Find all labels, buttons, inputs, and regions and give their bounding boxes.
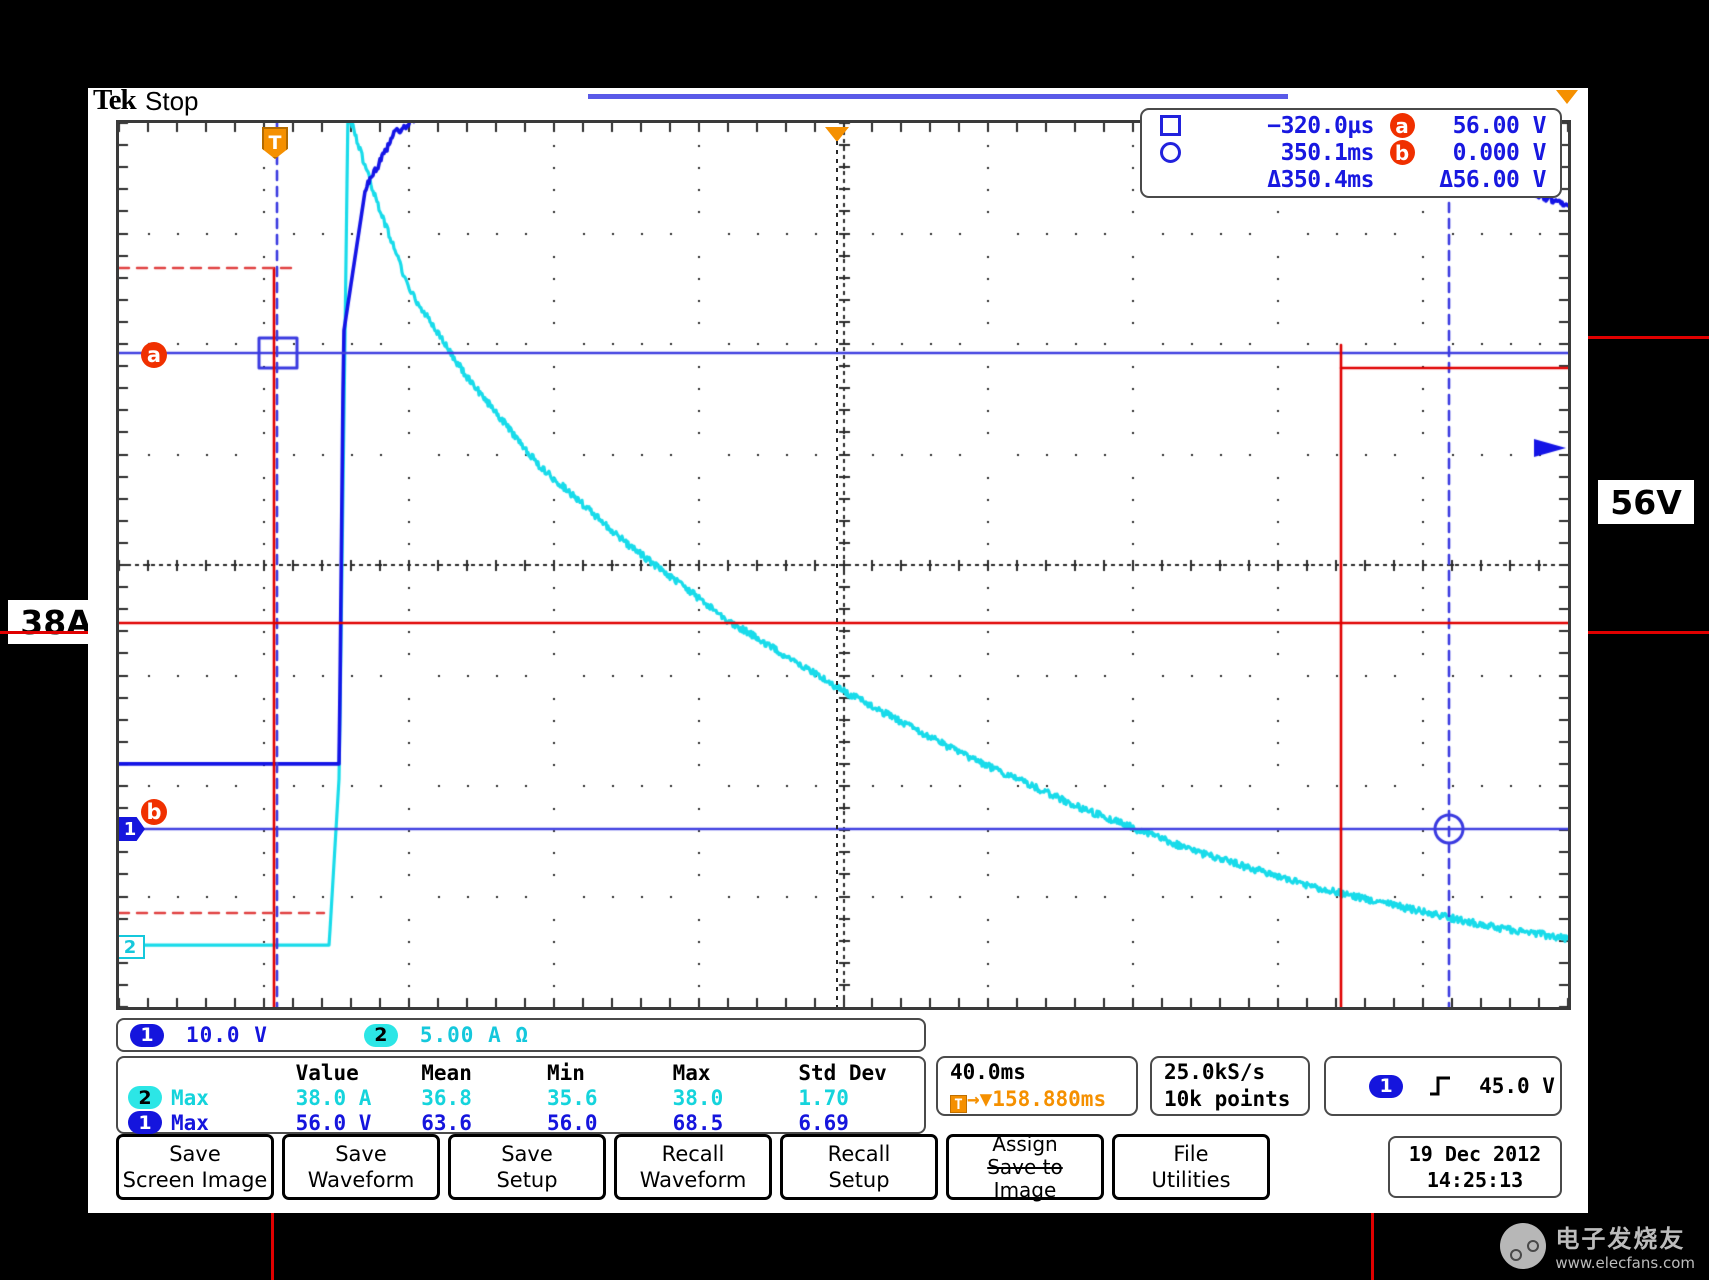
rising-edge-icon	[1430, 1076, 1451, 1096]
channel-2-scale: 5.00 A Ω	[419, 1023, 530, 1047]
cursor-row-a: −320.0µs a 56.00 V	[1160, 112, 1547, 139]
measurement-table: Value Mean Min Max Std Dev 2 Max 38.0 A …	[116, 1056, 926, 1135]
cursor-a-time: −320.0µs	[1267, 112, 1374, 139]
cursor-row-b: 350.1ms b 0.000 V	[1160, 139, 1547, 166]
channel-2-badge[interactable]: 2	[363, 1023, 398, 1047]
col-header-value: Value	[295, 1060, 359, 1085]
watermark-name: 电子发烧友	[1555, 1225, 1686, 1253]
col-header-stddev: Std Dev	[798, 1060, 887, 1085]
trigger-position-icon: T	[950, 1095, 967, 1113]
meas-ch2-min: 35.6	[546, 1085, 598, 1110]
meas-ch2-value: 38.0 A	[295, 1085, 372, 1110]
watermark-url: www.elecfans.com	[1555, 1254, 1695, 1272]
btn-line1: Recall	[827, 1142, 891, 1166]
trigger-delay-arrow: →▼	[967, 1087, 993, 1111]
timebase-delay: 158.880ms	[992, 1087, 1107, 1111]
btn-line2: Waveform	[639, 1168, 747, 1192]
btn-line2: Save to	[987, 1154, 1063, 1179]
datetime-box: 19 Dec 2012 14:25:13	[1388, 1136, 1562, 1198]
save-waveform-button[interactable]: Save Waveform	[282, 1134, 440, 1200]
meas-ch1-max: 68.5	[672, 1110, 724, 1135]
save-setup-button[interactable]: Save Setup	[448, 1134, 606, 1200]
btn-line2: Setup	[496, 1168, 558, 1192]
btn-line1: Save	[169, 1142, 221, 1166]
ch2-ground-marker[interactable]: 2	[119, 935, 145, 959]
btn-line1: Save	[335, 1142, 387, 1166]
btn-line2: Waveform	[307, 1168, 415, 1192]
btn-line2: Setup	[828, 1168, 890, 1192]
meas-ch2-mean: 36.8	[421, 1085, 472, 1110]
oscilloscope-screenshot: 38A 56V Tek Stop ab12TT −320.0µs a 56.00…	[0, 0, 1709, 1280]
btn-line1: Recall	[661, 1142, 725, 1166]
measurement-row-ch1: 1 Max 56.0 V 63.6 56.0 68.5 6.69	[118, 1110, 924, 1135]
save-screen-image-button[interactable]: Save Screen Image	[116, 1134, 274, 1200]
cursor-row-delta: Δ350.4ms Δ56.00 V	[1160, 167, 1546, 194]
meas-ch2-type: Max	[171, 1085, 209, 1110]
meas-ch1-min: 56.0	[546, 1110, 598, 1135]
meas-ch1-value: 56.0 V	[295, 1110, 372, 1135]
cursor-delta-voltage: Δ56.00 V	[1439, 167, 1546, 194]
cursor-a-marker: a	[141, 342, 167, 368]
scope-screen: Tek Stop ab12TT −320.0µs a 56.00 V	[88, 84, 1588, 1213]
watermark-logo-icon	[1500, 1222, 1547, 1269]
btn-line1: File	[1173, 1142, 1209, 1166]
tek-brand-logo: Tek	[93, 84, 137, 116]
file-utilities-button[interactable]: File Utilities	[1112, 1134, 1270, 1200]
channel-1-scale: 10.0 V	[186, 1023, 268, 1047]
cursor-a-voltage: 56.00 V	[1452, 112, 1547, 139]
btn-line3: Image	[993, 1177, 1057, 1202]
cursor-readout-box: −320.0µs a 56.00 V 350.1ms b 0.000 V Δ35…	[1140, 108, 1562, 198]
meas-ch2-badge: 2	[128, 1086, 162, 1109]
btn-line1: Assign	[992, 1131, 1058, 1156]
recall-setup-button[interactable]: Recall Setup	[780, 1134, 938, 1200]
record-end-arrow-icon	[1556, 90, 1578, 104]
waveform-traces	[119, 123, 1568, 1007]
col-header-max: Max	[672, 1060, 711, 1085]
circle-cursor-icon	[1160, 142, 1206, 164]
capture-time: 14:25:13	[1426, 1168, 1524, 1192]
meas-ch1-type: Max	[171, 1110, 209, 1135]
cursor-a-badge: a	[1389, 113, 1415, 139]
channel-scale-bar: 1 10.0 V 2 5.00 A Ω	[116, 1018, 926, 1052]
trigger-level: 45.0 V	[1479, 1073, 1555, 1098]
channel-1-badge[interactable]: 1	[130, 1023, 164, 1047]
assign-save-to-image-button[interactable]: Assign Save to Image	[946, 1131, 1104, 1202]
acquisition-status: Stop	[145, 86, 199, 116]
btn-line1: Save	[501, 1142, 553, 1166]
trigger-expansion-marker[interactable]: T	[831, 120, 857, 123]
cursor-b-marker: b	[141, 799, 167, 825]
measurement-row-ch2: 2 Max 38.0 A 36.8 35.6 38.0 1.70	[118, 1085, 924, 1110]
elecfans-watermark: 电子发烧友 www.elecfans.com	[1500, 1219, 1695, 1272]
cursor-b-badge: b	[1389, 140, 1415, 166]
cursor-b-voltage: 0.000 V	[1452, 139, 1547, 166]
trigger-time-arrow-icon	[825, 127, 849, 142]
sample-rate: 25.0kS/s	[1164, 1060, 1266, 1084]
measurement-header-row: Value Mean Min Max Std Dev	[118, 1060, 924, 1085]
meas-ch1-mean: 63.6	[421, 1110, 472, 1135]
meas-ch1-stddev: 6.69	[798, 1110, 849, 1135]
col-header-mean: Mean	[421, 1060, 472, 1085]
record-length: 10k points	[1164, 1087, 1291, 1111]
graticule-waveform-area[interactable]: ab12TT	[116, 120, 1571, 1010]
trigger-time-indicator-line	[836, 141, 838, 1007]
meas-ch1-badge: 1	[128, 1111, 162, 1134]
meas-ch2-max: 38.0	[672, 1085, 724, 1110]
cursor-delta-time: Δ350.4ms	[1267, 167, 1374, 194]
record-length-bar	[588, 94, 1288, 99]
timebase-scale: 40.0ms	[950, 1060, 1026, 1084]
voltage-annotation-label: 56V	[1598, 480, 1694, 524]
trigger-source-badge: 1	[1369, 1074, 1404, 1098]
recall-waveform-button[interactable]: Recall Waveform	[614, 1134, 772, 1200]
square-cursor-icon	[1160, 115, 1206, 137]
col-header-min: Min	[546, 1060, 585, 1085]
trigger-box: 1 45.0 V	[1324, 1056, 1562, 1116]
cursor-b-time: 350.1ms	[1280, 139, 1375, 166]
timebase-box: 40.0ms T →▼158.880ms	[936, 1056, 1138, 1116]
acquisition-box: 25.0kS/s 10k points	[1150, 1056, 1310, 1116]
capture-date: 19 Dec 2012	[1408, 1142, 1542, 1166]
btn-line2: Utilities	[1151, 1168, 1231, 1192]
btn-line2: Screen Image	[122, 1168, 268, 1192]
meas-ch2-stddev: 1.70	[798, 1085, 849, 1110]
